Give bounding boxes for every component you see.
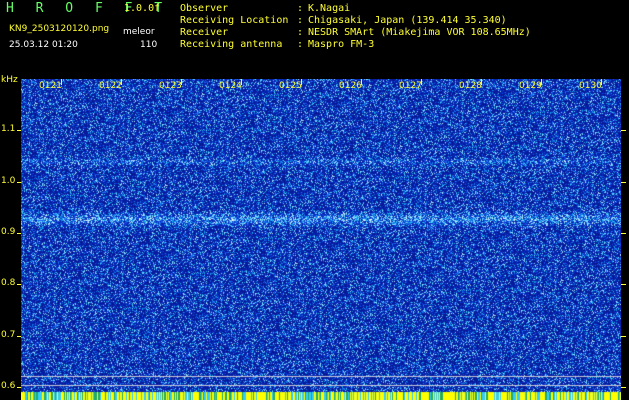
observer-key: Observer — [180, 3, 229, 14]
x-tick-mark — [301, 79, 302, 85]
x-tick-label: 0124 — [219, 81, 242, 91]
location-colon: : — [297, 15, 304, 26]
y-tick-mark — [17, 181, 21, 183]
y-tick-mark-right — [621, 181, 626, 183]
y-tick-label: 0.7 — [1, 329, 16, 340]
antenna-colon: : — [297, 39, 304, 50]
antenna-key: Receiving antenna — [180, 39, 283, 50]
observer-value: K.Nagai — [308, 3, 351, 14]
x-tick-label: 0121 — [39, 81, 62, 91]
location-key: Receiving Location — [180, 15, 289, 26]
x-tick-label: 0126 — [339, 81, 362, 91]
receiver-value: NESDR SMArt (Miakejima VOR 108.65MHz) — [308, 27, 531, 38]
x-tick-mark — [361, 79, 362, 85]
y-axis-unit: kHz — [1, 75, 18, 85]
datetime-label: 25.03.12 01:20 — [9, 40, 78, 50]
x-tick-label: 0123 — [159, 81, 182, 91]
x-tick-label: 0130 — [579, 81, 602, 91]
y-tick-mark — [17, 130, 21, 132]
y-tick-label: 0.6 — [1, 381, 16, 392]
mode-label: meleor — [123, 27, 155, 37]
x-tick-mark — [481, 79, 482, 85]
observer-colon: : — [297, 3, 304, 14]
y-tick-label: 1.1 — [1, 124, 16, 135]
x-tick-mark — [601, 79, 602, 85]
y-tick-label: 0.8 — [1, 278, 16, 289]
y-tick-mark — [17, 335, 21, 337]
location-value: Chigasaki, Japan (139.414 35.340) — [308, 15, 507, 26]
y-tick-mark-right — [621, 284, 626, 286]
y-tick-mark-right — [621, 387, 626, 389]
x-tick-label: 0127 — [399, 81, 422, 91]
level-label: 110 — [140, 40, 158, 50]
x-tick-mark — [61, 79, 62, 85]
y-tick-label: 0.9 — [1, 227, 16, 238]
x-tick-label: 0122 — [99, 81, 122, 91]
y-tick-mark — [17, 284, 21, 286]
y-tick-mark-right — [621, 335, 626, 337]
spectrogram-canvas — [21, 79, 621, 400]
x-tick-mark — [181, 79, 182, 85]
x-tick-mark — [241, 79, 242, 85]
x-tick-label: 0128 — [459, 81, 482, 91]
receiver-key: Receiver — [180, 27, 229, 38]
x-tick-label: 0125 — [279, 81, 302, 91]
y-tick-mark-right — [621, 233, 626, 235]
y-tick-mark-right — [621, 130, 626, 132]
receiver-colon: : — [297, 27, 304, 38]
x-tick-mark — [541, 79, 542, 85]
x-tick-mark — [121, 79, 122, 85]
y-tick-mark — [17, 233, 21, 235]
y-tick-label: 1.0 — [1, 175, 16, 186]
antenna-value: Maspro FM-3 — [308, 39, 375, 50]
filename-label: KN9_2503120120.png — [9, 24, 110, 34]
x-tick-mark — [421, 79, 422, 85]
y-tick-mark — [17, 387, 21, 389]
version-label: 1.0.0f — [124, 3, 161, 14]
x-tick-label: 0129 — [519, 81, 542, 91]
